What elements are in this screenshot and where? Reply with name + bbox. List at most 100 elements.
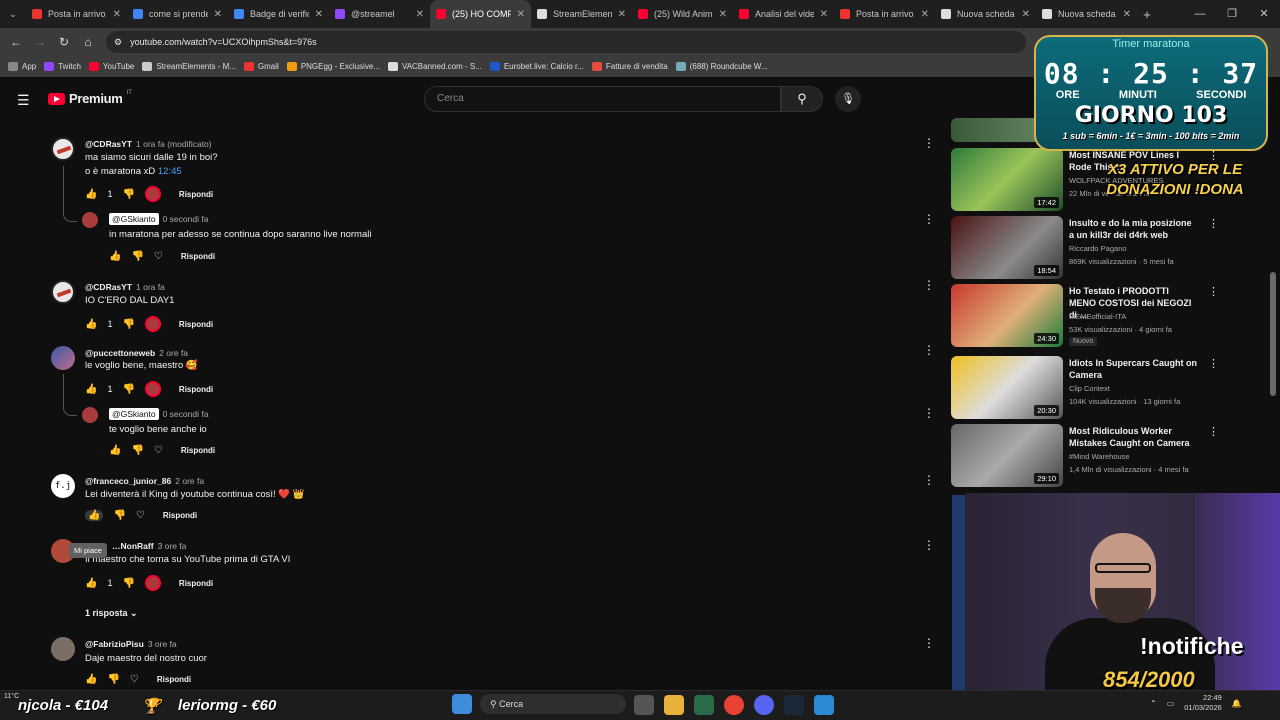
reload-icon[interactable]: ↻ bbox=[52, 35, 76, 49]
tab-close-icon[interactable]: ✕ bbox=[1123, 9, 1131, 20]
task-view-icon[interactable] bbox=[634, 695, 654, 715]
video-thumbnail[interactable]: 24:30 bbox=[951, 284, 1063, 347]
dislike-icon[interactable]: 👎 bbox=[107, 674, 119, 685]
store-icon[interactable] bbox=[694, 695, 714, 715]
browser-tab[interactable]: Posta in arrivo ✕ bbox=[834, 0, 935, 28]
reply-button[interactable]: Rispondi bbox=[181, 446, 215, 455]
like-icon[interactable]: 👍 bbox=[85, 578, 97, 589]
video-thumbnail[interactable]: 17:42 bbox=[951, 148, 1063, 211]
dislike-icon[interactable]: 👎 bbox=[113, 510, 125, 521]
show-replies-button[interactable]: 1 risposta ⌄ bbox=[85, 608, 138, 619]
video-title[interactable]: Idiots In Supercars Caught on Camera bbox=[1069, 357, 1197, 381]
taskbar-search[interactable]: ⚲ Cerca bbox=[480, 694, 626, 714]
browser-tab[interactable]: Nuova scheda ✕ bbox=[1036, 0, 1137, 28]
heart-icon[interactable]: ♡ bbox=[154, 445, 163, 456]
reply-button[interactable]: Rispondi bbox=[179, 385, 213, 394]
comment-menu-icon[interactable]: ⋮ bbox=[923, 212, 935, 226]
video-menu-icon[interactable]: ⋮ bbox=[1208, 425, 1219, 438]
tab-close-icon[interactable]: ✕ bbox=[1022, 9, 1030, 20]
tab-close-icon[interactable]: ✕ bbox=[719, 9, 727, 20]
browser-tab[interactable]: Posta in arrivo ✕ bbox=[26, 0, 127, 28]
video-thumbnail[interactable]: 18:54 bbox=[951, 216, 1063, 279]
bookmark-item[interactable]: PNGEgg - Exclusive... bbox=[286, 62, 380, 71]
tab-close-icon[interactable]: ✕ bbox=[820, 9, 828, 20]
video-channel[interactable]: MEMEofficial-ITA bbox=[1069, 312, 1126, 321]
tab-close-icon[interactable]: ✕ bbox=[113, 9, 121, 20]
video-menu-icon[interactable]: ⋮ bbox=[1208, 217, 1219, 230]
video-title[interactable]: Insulto e do la mia posizione a un kill3… bbox=[1069, 217, 1197, 241]
search-button[interactable]: ⚲ bbox=[781, 86, 823, 112]
discord-icon[interactable] bbox=[754, 695, 774, 715]
dislike-icon[interactable]: 👎 bbox=[122, 578, 134, 589]
comment-menu-icon[interactable]: ⋮ bbox=[923, 473, 935, 487]
site-info-icon[interactable]: ⚙ bbox=[114, 37, 122, 48]
heart-icon[interactable]: ♡ bbox=[136, 510, 145, 521]
forward-icon[interactable]: → bbox=[28, 35, 52, 49]
comment-author[interactable]: @GSkianto 0 secondi fa bbox=[109, 408, 208, 420]
bookmark-item[interactable]: Fatture di vendita bbox=[591, 62, 668, 71]
comment-menu-icon[interactable]: ⋮ bbox=[923, 406, 935, 420]
menu-icon[interactable]: ☰ bbox=[17, 92, 30, 109]
video-thumbnail[interactable]: 20:30 bbox=[951, 356, 1063, 419]
bookmark-item[interactable]: StreamElements - M... bbox=[142, 62, 236, 71]
dislike-icon[interactable]: 👎 bbox=[122, 319, 134, 330]
avatar[interactable] bbox=[51, 280, 75, 304]
tab-close-icon[interactable]: ✕ bbox=[618, 9, 626, 20]
comment-author[interactable]: @puccettoneweb 2 ore fa bbox=[85, 348, 188, 358]
like-icon[interactable]: 👍 bbox=[109, 251, 121, 262]
chrome-icon[interactable] bbox=[724, 695, 744, 715]
bookmark-item[interactable]: App bbox=[8, 62, 36, 71]
video-thumbnail[interactable]: 29:10 bbox=[951, 424, 1063, 487]
home-icon[interactable]: ⌂ bbox=[76, 35, 100, 49]
omnibox[interactable]: ⚙ youtube.com/watch?v=UCXOihpmShs&t=976s bbox=[106, 31, 1026, 53]
voice-search-button[interactable]: 🎙 bbox=[835, 86, 861, 112]
avatar[interactable] bbox=[51, 637, 75, 661]
like-icon[interactable]: 👍 bbox=[85, 189, 97, 200]
comment-author[interactable]: @CDRasYT 1 ora fa bbox=[85, 282, 165, 292]
like-icon[interactable]: 👍 bbox=[109, 445, 121, 456]
comment-author[interactable]: @franceco_junior_86 2 ore fa bbox=[85, 476, 204, 486]
comment-menu-icon[interactable]: ⋮ bbox=[923, 538, 935, 552]
comment-author[interactable]: …NonRaff 3 ore fa bbox=[112, 541, 186, 551]
browser-tab[interactable]: (25) Wild Anim ✕ bbox=[632, 0, 733, 28]
like-icon[interactable]: 👍 bbox=[85, 319, 97, 330]
tab-close-icon[interactable]: ✕ bbox=[517, 9, 525, 20]
minimize-icon[interactable]: — bbox=[1184, 0, 1216, 28]
back-icon[interactable]: ← bbox=[4, 35, 28, 49]
like-icon[interactable]: 👍 bbox=[85, 510, 104, 521]
dislike-icon[interactable]: 👎 bbox=[122, 384, 134, 395]
avatar[interactable]: f.j bbox=[51, 474, 75, 498]
video-title[interactable]: Most Ridiculous Worker Mistakes Caught o… bbox=[1069, 425, 1197, 449]
browser-tab[interactable]: come si prende ✕ bbox=[127, 0, 228, 28]
search-input[interactable]: Cerca bbox=[424, 86, 781, 112]
bookmark-item[interactable]: Twitch bbox=[44, 62, 81, 71]
tab-close-icon[interactable]: ✕ bbox=[315, 9, 323, 20]
video-menu-icon[interactable]: ⋮ bbox=[1208, 357, 1219, 370]
video-channel[interactable]: Riccardo Pagano bbox=[1069, 244, 1127, 253]
reply-button[interactable]: Rispondi bbox=[179, 190, 213, 199]
like-icon[interactable]: 👍 bbox=[85, 384, 97, 395]
network-icon[interactable]: ▭ bbox=[1167, 699, 1175, 708]
like-icon[interactable]: 👍 bbox=[85, 674, 97, 685]
reply-button[interactable]: Rispondi bbox=[181, 252, 215, 261]
reply-button[interactable]: Rispondi bbox=[163, 511, 197, 520]
bookmark-item[interactable]: Gmail bbox=[243, 62, 279, 71]
avatar[interactable] bbox=[51, 346, 75, 370]
browser-tab[interactable]: StreamElemen ✕ bbox=[531, 0, 632, 28]
file-explorer-icon[interactable] bbox=[664, 695, 684, 715]
new-tab-button[interactable]: + bbox=[1137, 7, 1157, 22]
avatar[interactable] bbox=[82, 407, 98, 423]
close-window-icon[interactable]: ✕ bbox=[1248, 0, 1280, 28]
page-scrollbar[interactable] bbox=[1270, 272, 1276, 396]
comment-author[interactable]: @CDRasYT 1 ora fa (modificato) bbox=[85, 139, 212, 149]
browser-tab[interactable]: Analisi del vide ✕ bbox=[733, 0, 834, 28]
tab-search-icon[interactable]: ⌄ bbox=[0, 0, 26, 28]
windows-start-icon[interactable] bbox=[452, 694, 472, 714]
dislike-icon[interactable]: 👎 bbox=[131, 251, 143, 262]
comment-menu-icon[interactable]: ⋮ bbox=[923, 343, 935, 357]
browser-tab[interactable]: (25) HO COMP ✕ bbox=[430, 0, 531, 28]
video-menu-icon[interactable]: ⋮ bbox=[1208, 285, 1219, 298]
comment-menu-icon[interactable]: ⋮ bbox=[923, 636, 935, 650]
avatar[interactable] bbox=[51, 137, 75, 161]
bookmark-item[interactable]: VACBanned.com - S... bbox=[387, 62, 482, 71]
